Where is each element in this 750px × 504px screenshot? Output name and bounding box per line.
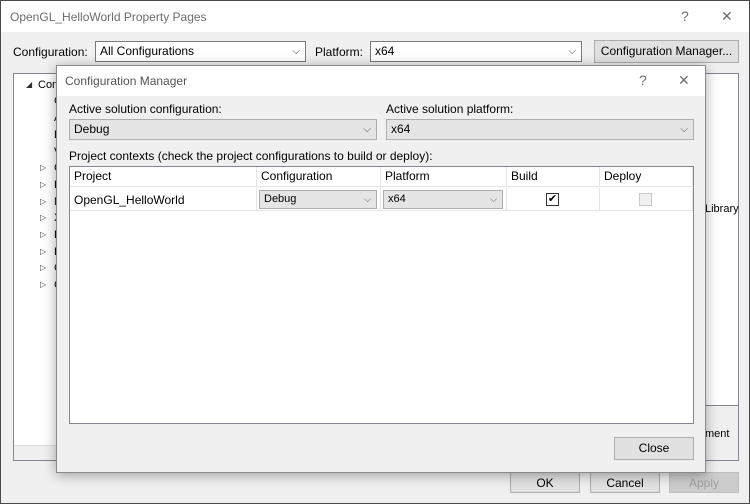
description-text: ment [705, 428, 730, 440]
outer-close-icon[interactable]: ✕ [721, 7, 733, 25]
platform-label: Platform: [315, 45, 364, 59]
active-config-label: Active solution configuration: [69, 102, 222, 116]
active-config-value: Debug [74, 122, 110, 136]
project-name-cell: OpenGL_HelloWorld [74, 193, 185, 207]
tree-item[interactable]: ▷C [14, 277, 62, 293]
column-header-configuration[interactable]: Configuration [257, 167, 381, 187]
chevron-down-icon: ⌵ [680, 124, 688, 135]
expand-arrow-icon[interactable]: ▷ [40, 177, 46, 193]
deploy-checkbox[interactable] [639, 193, 652, 206]
ok-button[interactable]: OK [510, 472, 580, 493]
row-platform-select[interactable]: x64 ⌵ [383, 190, 503, 209]
tree-item[interactable]: D [14, 127, 62, 143]
tree-item[interactable]: ▷B [14, 244, 62, 260]
row-platform-value: x64 [388, 193, 406, 205]
tree-item[interactable]: G [14, 93, 63, 109]
tree-item[interactable]: ▷M [14, 194, 63, 210]
build-checkbox[interactable]: ✔ [546, 193, 559, 206]
row-configuration-value: Debug [264, 193, 297, 205]
outer-help-icon[interactable]: ? [681, 7, 689, 25]
chevron-down-icon: ⌵ [292, 46, 300, 57]
expand-arrow-icon[interactable]: ▷ [40, 160, 46, 176]
dialog-title: Configuration Manager [65, 74, 188, 88]
project-contexts-grid: Project Configuration Platform Build Dep… [69, 166, 694, 424]
expand-arrow-icon[interactable]: ▷ [40, 277, 46, 293]
platform-cell: x64 ⌵ [381, 188, 507, 211]
right-panel-text: Library [705, 203, 739, 215]
apply-button[interactable]: Apply [669, 472, 739, 493]
configuration-label: Configuration: [13, 45, 88, 59]
outer-window-title: OpenGL_HelloWorld Property Pages [10, 10, 207, 24]
deploy-cell [600, 188, 693, 211]
column-header-deploy[interactable]: Deploy [600, 167, 693, 187]
configuration-select[interactable]: All Configurations ⌵ [95, 41, 306, 62]
platform-select-value: x64 [375, 44, 395, 58]
dialog-help-icon[interactable]: ? [639, 71, 647, 89]
configuration-select-value: All Configurations [100, 44, 195, 58]
project-contexts-label: Project contexts (check the project conf… [69, 149, 433, 163]
active-platform-label: Active solution platform: [386, 102, 514, 116]
configuration-manager-dialog: Configuration Manager ? ✕ Active solutio… [56, 65, 706, 473]
chevron-down-icon: ⌵ [363, 124, 371, 135]
tree-item[interactable]: ▷C [14, 260, 62, 276]
tree-item[interactable]: ▷C [14, 160, 62, 176]
tree-item[interactable]: ▷L [14, 177, 62, 193]
table-row[interactable]: OpenGL_HelloWorld [70, 188, 257, 211]
chevron-down-icon: ⌵ [364, 194, 371, 204]
dialog-close-icon[interactable]: ✕ [678, 71, 690, 89]
expand-arrow-icon[interactable]: ◢ [26, 77, 32, 93]
tree-item[interactable]: V [14, 144, 62, 160]
chevron-down-icon: ⌵ [490, 194, 497, 204]
row-configuration-select[interactable]: Debug ⌵ [259, 190, 377, 209]
tree-horizontal-scrollbar[interactable] [14, 445, 62, 460]
expand-arrow-icon[interactable]: ▷ [40, 260, 46, 276]
tree-item[interactable]: ▷B [14, 227, 62, 243]
outer-titlebar: OpenGL_HelloWorld Property Pages ? ✕ [1, 1, 749, 32]
column-header-build[interactable]: Build [507, 167, 600, 187]
checkmark-icon: ✔ [547, 193, 558, 205]
chevron-down-icon: ⌵ [568, 46, 576, 57]
expand-arrow-icon[interactable]: ▷ [40, 244, 46, 260]
build-cell: ✔ [507, 188, 600, 211]
tree-item[interactable]: A [14, 110, 62, 126]
active-platform-select[interactable]: x64 ⌵ [386, 119, 694, 140]
description-panel: ment [701, 405, 739, 461]
configuration-cell: Debug ⌵ [257, 188, 381, 211]
configuration-manager-button[interactable]: Configuration Manager... [594, 40, 739, 63]
tree-item[interactable]: ◢ Con [14, 77, 62, 93]
column-header-project[interactable]: Project [70, 167, 257, 187]
active-platform-value: x64 [391, 122, 411, 136]
tree-item[interactable]: ▷X [14, 210, 62, 226]
platform-select[interactable]: x64 ⌵ [370, 41, 582, 62]
expand-arrow-icon[interactable]: ▷ [40, 227, 46, 243]
cancel-button[interactable]: Cancel [590, 472, 660, 493]
column-header-platform[interactable]: Platform [381, 167, 507, 187]
close-button[interactable]: Close [614, 437, 694, 460]
expand-arrow-icon[interactable]: ▷ [40, 194, 46, 210]
expand-arrow-icon[interactable]: ▷ [40, 210, 46, 226]
active-config-select[interactable]: Debug ⌵ [69, 119, 377, 140]
property-grid-panel: Library [701, 73, 739, 461]
dialog-titlebar: Configuration Manager ? ✕ [57, 66, 705, 96]
